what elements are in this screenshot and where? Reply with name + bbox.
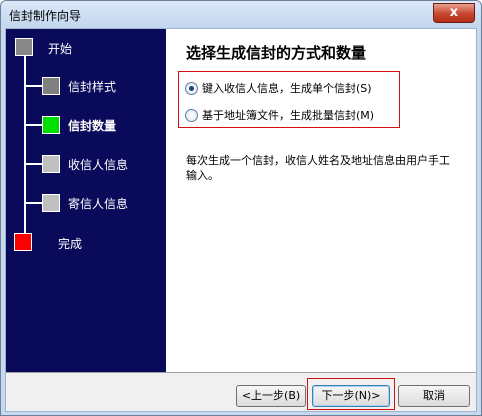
step-marker-start xyxy=(15,38,33,56)
step-label-recipient-info: 收信人信息 xyxy=(68,158,129,172)
step-label-envelope-count: 信封数量 xyxy=(68,119,117,133)
content-panel: 选择生成信封的方式和数量 键入收信人信息，生成单个信封(S) 基于地址簿文件，生… xyxy=(166,29,476,372)
step-marker-envelope-count xyxy=(42,116,60,134)
flow-line-h4 xyxy=(24,202,42,204)
option-batch-envelope[interactable]: 基于地址簿文件，生成批量信封(M) xyxy=(185,107,374,123)
step-panel: 开始 信封样式 信封数量 收信人信息 寄信人信息 完成 xyxy=(6,29,166,372)
step-label-envelope-style: 信封样式 xyxy=(68,80,117,94)
flow-line-h3 xyxy=(24,163,42,165)
flow-line-h2 xyxy=(24,124,42,126)
cancel-button[interactable]: 取消 xyxy=(398,385,470,407)
radio-checked-icon[interactable] xyxy=(185,81,198,95)
step-marker-sender-info xyxy=(42,194,60,212)
option-description: 每次生成一个信封，收信人姓名及地址信息由用户手工输入。 xyxy=(186,154,450,182)
wizard-window: 信封制作向导 x 开始 信封样式 信封数量 收信人信息 寄信人信息 完成 选择生… xyxy=(0,0,482,416)
flow-line-vertical xyxy=(24,45,26,241)
flow-line-h1 xyxy=(24,85,42,87)
step-label-sender-info: 寄信人信息 xyxy=(68,197,129,211)
step-marker-finish xyxy=(14,233,32,251)
radio-unchecked-icon[interactable] xyxy=(185,108,198,122)
step-marker-envelope-style xyxy=(42,77,60,95)
option-single-envelope-label: 键入收信人信息，生成单个信封(S) xyxy=(202,82,372,95)
next-button[interactable]: 下一步(N)> xyxy=(312,385,390,407)
page-heading: 选择生成信封的方式和数量 xyxy=(186,44,367,62)
step-label-finish: 完成 xyxy=(58,237,83,251)
close-icon: x xyxy=(449,5,459,20)
step-marker-recipient-info xyxy=(42,155,60,173)
window-title: 信封制作向导 xyxy=(9,9,82,23)
options-highlight-box: 键入收信人信息，生成单个信封(S) 基于地址簿文件，生成批量信封(M) xyxy=(178,71,400,128)
option-single-envelope[interactable]: 键入收信人信息，生成单个信封(S) xyxy=(185,80,372,96)
wizard-client-area: 开始 信封样式 信封数量 收信人信息 寄信人信息 完成 选择生成信封的方式和数量… xyxy=(5,28,477,412)
close-button[interactable]: x xyxy=(433,3,475,23)
back-button[interactable]: <上一步(B) xyxy=(236,385,306,407)
option-batch-envelope-label: 基于地址簿文件，生成批量信封(M) xyxy=(202,109,375,122)
footer-separator xyxy=(6,372,476,373)
title-bar[interactable]: 信封制作向导 x xyxy=(1,1,481,28)
step-label-start: 开始 xyxy=(48,42,73,56)
